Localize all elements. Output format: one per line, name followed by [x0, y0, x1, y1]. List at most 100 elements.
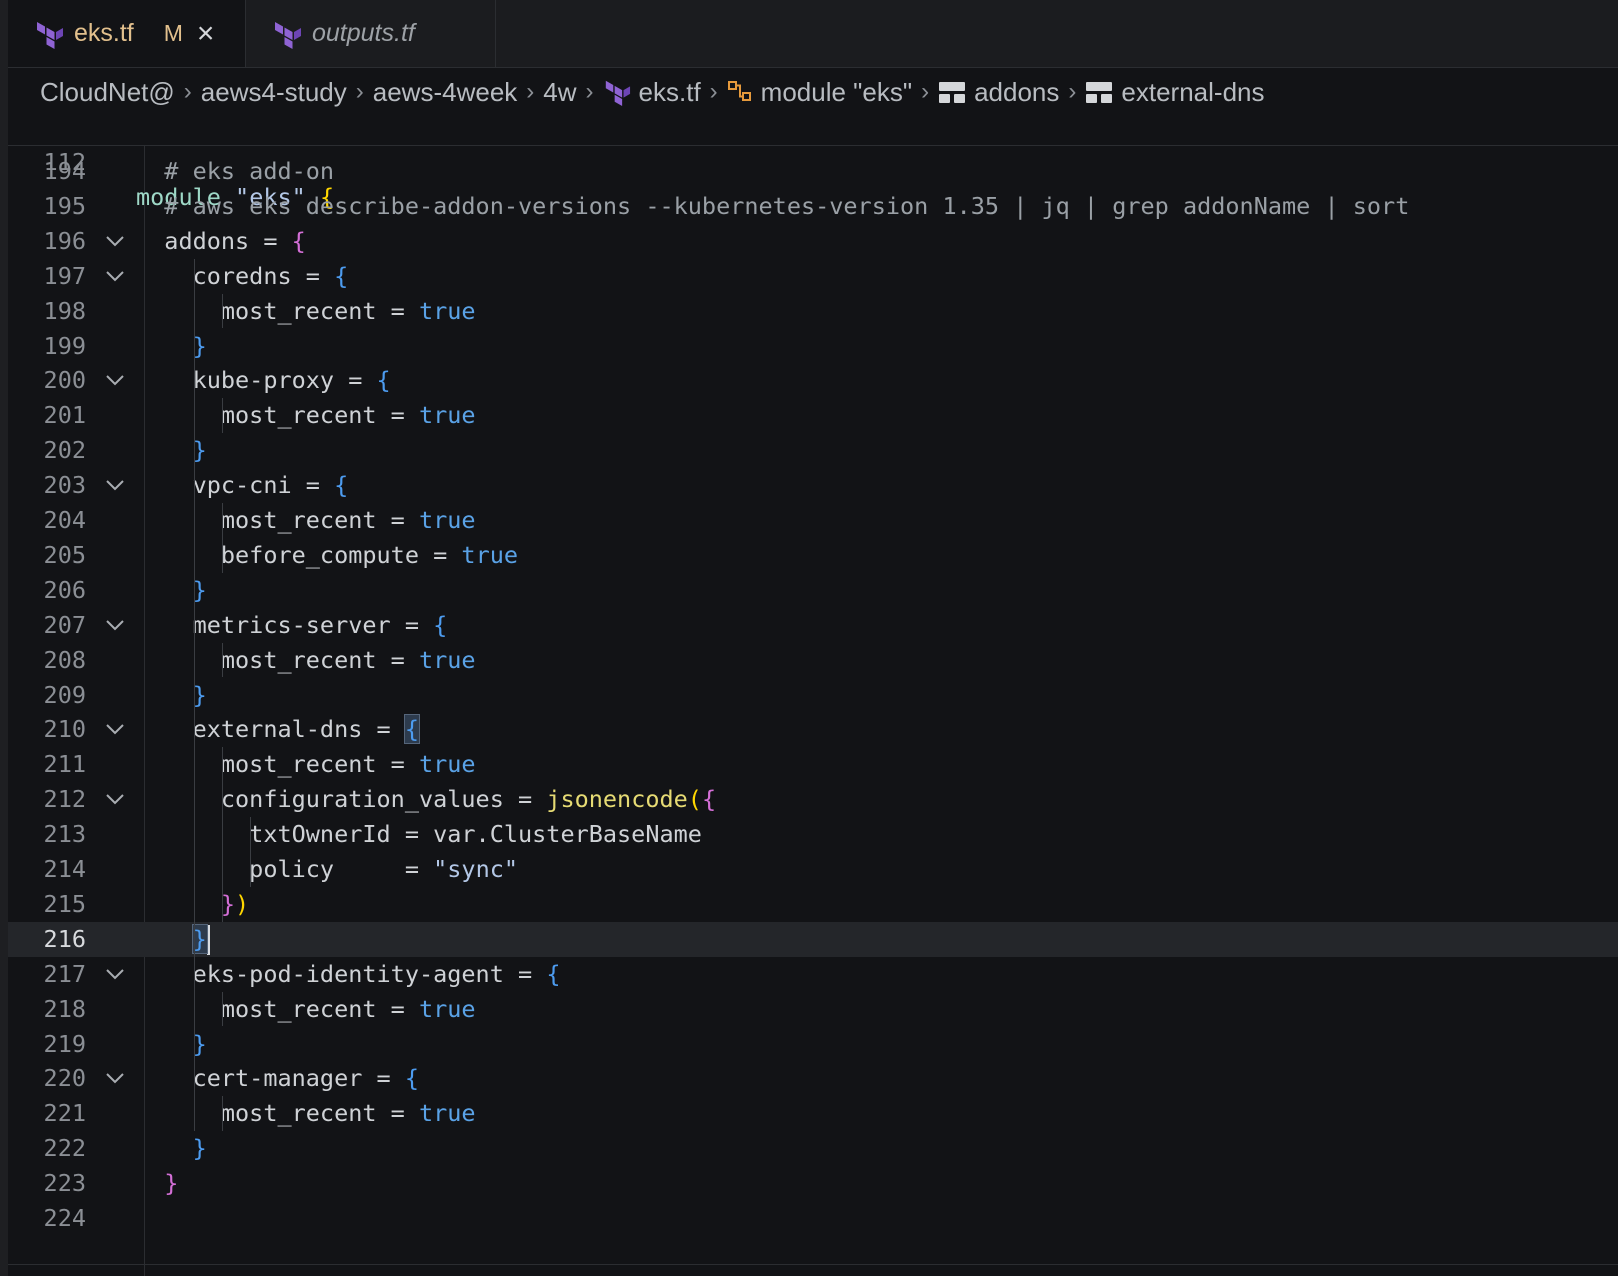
code-token: true [461, 540, 519, 569]
code-line[interactable]: 218 most_recent = true [8, 992, 1618, 1027]
code-line[interactable]: 224 [8, 1201, 1618, 1236]
close-icon[interactable]: × [197, 18, 215, 49]
code-line[interactable]: 208 most_recent = true [8, 643, 1618, 678]
code-line[interactable]: 204 most_recent = true [8, 503, 1618, 538]
line-number: 206 [43, 575, 86, 604]
code-line[interactable]: 207 metrics-server = { [8, 608, 1618, 643]
code-text: } [136, 1166, 178, 1201]
line-number: 210 [43, 715, 86, 744]
code-token: kube-proxy = [136, 366, 377, 395]
line-number: 200 [43, 366, 86, 395]
indent-guide [221, 642, 223, 678]
line-number: 223 [43, 1169, 86, 1198]
code-line[interactable]: 220 cert-manager = { [8, 1061, 1618, 1096]
code-token: } [220, 889, 236, 918]
code-text: most_recent = true [136, 643, 476, 678]
code-line[interactable]: 198 most_recent = true [8, 294, 1618, 329]
code-line[interactable]: 216 } [8, 921, 1618, 957]
breadcrumb-item[interactable]: aews4-study [201, 77, 347, 108]
code-line[interactable]: 200 kube-proxy = { [8, 363, 1618, 398]
tab-outputs-tf[interactable]: outputs.tf [246, 0, 496, 67]
code-token: metrics-server = [136, 610, 434, 639]
tab-bar: eks.tf M × outputs.tf [8, 0, 1618, 68]
code-line[interactable]: 209 } [8, 678, 1618, 713]
code-token: coredns = [136, 261, 335, 290]
breadcrumb-item[interactable]: 4w [543, 77, 576, 108]
line-number: 220 [43, 1064, 86, 1093]
line-number: 214 [43, 855, 86, 883]
code-line[interactable]: 210 external-dns = { [8, 712, 1618, 747]
indent-guide [221, 398, 223, 434]
modified-indicator: M [163, 20, 183, 46]
code-line[interactable]: 203 vpc-cni = { [8, 468, 1618, 503]
breadcrumb-item-external-dns[interactable]: external-dns [1085, 77, 1264, 108]
code-line[interactable]: 217 eks-pod-identity-agent = { [8, 957, 1618, 992]
code-text: # aws eks describe-addon-versions --kube… [136, 189, 1409, 224]
code-line[interactable]: 199 } [8, 329, 1618, 364]
breadcrumb-item-addons[interactable]: addons [938, 77, 1059, 108]
tab-label: outputs.tf [312, 19, 415, 47]
code-line[interactable]: 194 # eks add-on [8, 154, 1618, 189]
line-number: 222 [43, 1134, 86, 1163]
line-number: 209 [43, 680, 86, 709]
code-text: } [136, 329, 207, 364]
indent-guide [221, 503, 223, 573]
object-symbol-icon [939, 82, 966, 103]
breadcrumb-item[interactable]: CloudNet@ [40, 77, 175, 108]
code-line[interactable]: 211 most_recent = true [8, 747, 1618, 782]
code-token: true [418, 506, 476, 534]
code-token: } [192, 331, 207, 360]
line-number: 194 [43, 157, 86, 185]
line-number: 211 [43, 750, 86, 779]
line-number: 208 [43, 645, 86, 674]
code-line[interactable]: 195 # aws eks describe-addon-versions --… [8, 189, 1618, 224]
code-token: true [418, 296, 476, 325]
code-line[interactable]: 219 } [8, 1027, 1618, 1062]
code-line[interactable]: 212 configuration_values = jsonencode({ [8, 782, 1618, 817]
line-number: 219 [43, 1029, 86, 1058]
code-line[interactable]: 201 most_recent = true [8, 398, 1618, 433]
indent-guide [250, 817, 252, 887]
code-editor[interactable]: 112 module "eks" { 194 # eks add-on 195 #… [8, 110, 1618, 1276]
indent-guide [221, 991, 223, 1027]
breadcrumb: CloudNet@ › aews4-study › aews-4week › 4… [40, 70, 1264, 114]
breadcrumb-item-module[interactable]: module "eks" [727, 77, 912, 108]
code-line[interactable]: 196 addons = { [8, 224, 1618, 259]
code-text: external-dns = { [136, 712, 420, 747]
code-token: most_recent = [136, 296, 419, 325]
code-line[interactable]: 215 }) [8, 887, 1618, 922]
code-text: most_recent = true [136, 992, 476, 1027]
line-number: 207 [43, 610, 86, 639]
code-line[interactable]: 197 coredns = { [8, 259, 1618, 294]
code-line[interactable]: 221 most_recent = true [8, 1096, 1618, 1131]
code-line[interactable]: 222 } [8, 1131, 1618, 1166]
code-line[interactable]: 205 before_compute = true [8, 538, 1618, 573]
code-line[interactable]: 223 } [8, 1166, 1618, 1201]
code-text: cert-manager = { [136, 1061, 419, 1096]
line-number: 221 [43, 1099, 86, 1128]
code-text: }) [136, 887, 249, 922]
module-symbol-icon [727, 81, 751, 101]
breadcrumb-item[interactable]: aews-4week [373, 77, 518, 108]
sticky-scroll-line[interactable]: 112 module "eks" { [8, 110, 1618, 211]
code-token: } [192, 1029, 207, 1058]
breadcrumb-item-file[interactable]: eks.tf [603, 77, 701, 108]
tab-eks-tf[interactable]: eks.tf M × [8, 0, 246, 67]
code-token: "sync" [433, 855, 519, 883]
code-text: most_recent = true [136, 503, 476, 538]
indent-guide [221, 747, 223, 922]
code-line[interactable]: 206 } [8, 573, 1618, 608]
code-token: { [404, 1064, 419, 1093]
code-line[interactable]: 202 } [8, 433, 1618, 468]
code-token: most_recent = [136, 401, 419, 430]
code-token: jsonencode [546, 785, 688, 814]
chevron-right-icon: › [921, 78, 930, 105]
code-text: coredns = { [136, 259, 349, 294]
line-number: 216 [43, 924, 86, 953]
line-number: 198 [43, 296, 86, 325]
code-token: ) [235, 889, 250, 918]
